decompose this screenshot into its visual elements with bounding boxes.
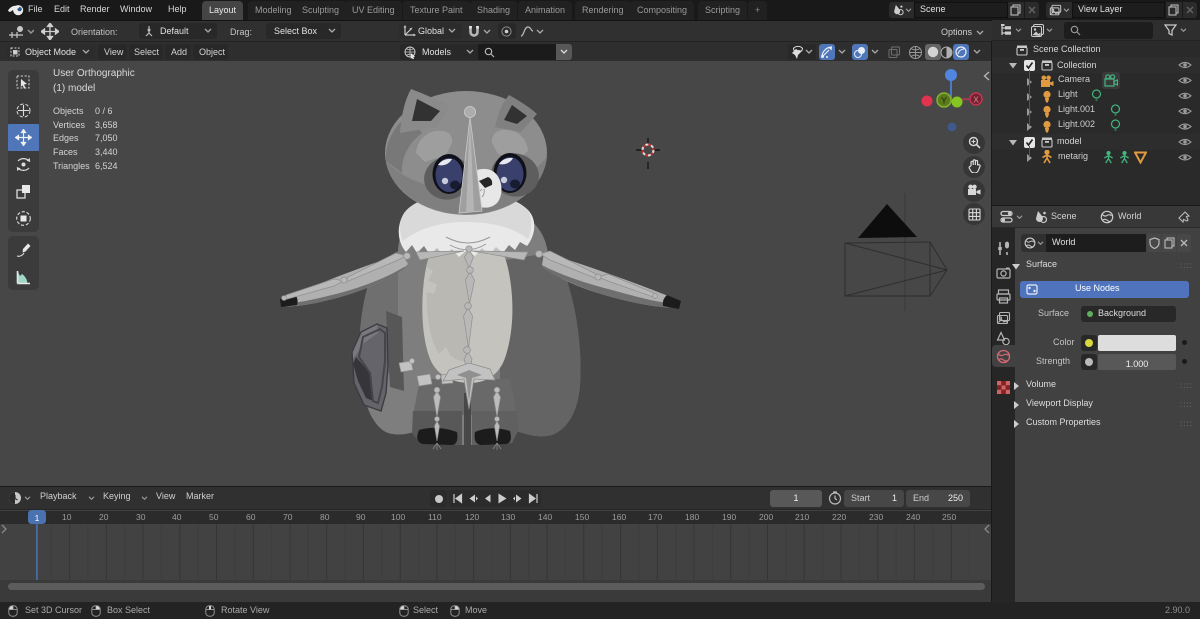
svg-text:Y: Y	[941, 96, 947, 106]
svg-text:X: X	[973, 96, 979, 105]
